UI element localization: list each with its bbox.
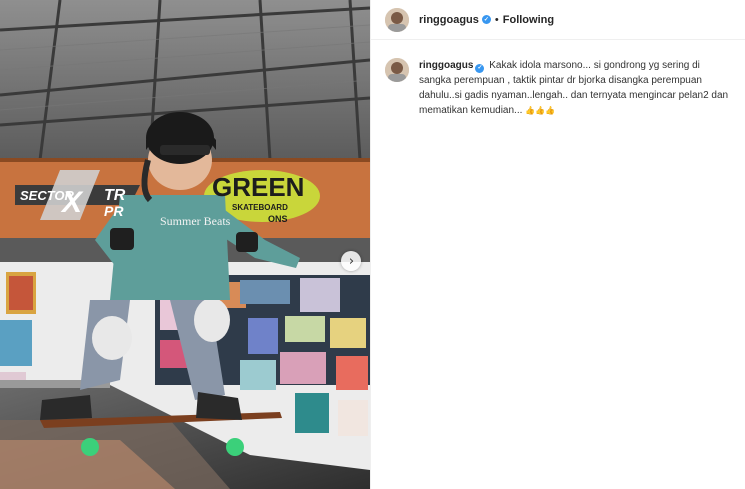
thumbs-up-emoji-icon: 👍👍👍 [525,106,556,115]
following-button[interactable]: Following [503,14,554,26]
skatepark-photo: Summer Beats SECTOR X TR PR GREEN SKATEB… [0,0,370,489]
instagram-post: Summer Beats SECTOR X TR PR GREEN SKATEB… [0,0,745,489]
banner-skateboard: SKATEBOARD [232,203,288,212]
shirt-print: Summer Beats [160,214,231,228]
chevron-right-icon: › [348,253,355,269]
caption-username[interactable]: ringgoagus [419,60,473,71]
banner-tr: TR [104,187,126,204]
post-header: ringgoagus ✓ • Following [371,0,745,40]
post-username[interactable]: ringgoagus [419,14,479,26]
caption-avatar[interactable] [385,58,409,82]
next-photo-button[interactable]: › [341,251,361,271]
verified-badge-icon: ✓ [481,15,491,24]
verified-badge-icon: ✓ [475,64,485,73]
separator-dot: • [494,13,499,26]
avatar-icon [385,7,409,32]
post-side-panel: ringgoagus ✓ • Following ringgoagus ✓ Kak… [370,0,745,489]
banner-pr: PR [104,203,124,219]
caption-comment: ringgoagus ✓ Kakak idola marsono... si go… [385,58,730,118]
avatar-icon [385,58,409,82]
post-media[interactable]: Summer Beats SECTOR X TR PR GREEN SKATEB… [0,0,370,489]
banner-green: GREEN [212,172,304,202]
avatar[interactable] [385,7,409,32]
banner-x: X [60,186,84,219]
banner-sub2: ONS [268,214,288,224]
caption-body: ringgoagus ✓ Kakak idola marsono... si go… [419,58,729,118]
